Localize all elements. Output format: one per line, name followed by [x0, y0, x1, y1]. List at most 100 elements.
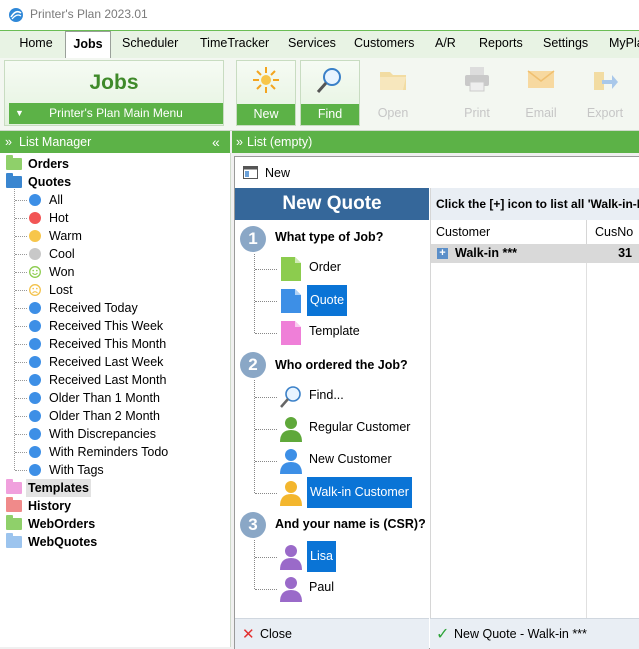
- option-branch-line: [255, 589, 277, 590]
- status-dot-icon: [29, 464, 41, 476]
- option-quote[interactable]: Quote: [279, 285, 424, 316]
- option-order[interactable]: Order: [279, 254, 424, 284]
- option-find[interactable]: Find...: [279, 382, 424, 412]
- status-dot-icon: [29, 410, 41, 422]
- status-dot-icon: [29, 248, 41, 260]
- find-button-label: Find: [301, 104, 359, 125]
- export-icon: [594, 72, 618, 90]
- tab-settings[interactable]: Settings: [543, 31, 588, 57]
- list-manager-title: List Manager: [19, 135, 92, 149]
- option-regular-customer[interactable]: Regular Customer: [279, 414, 424, 444]
- tree-branch: [15, 470, 27, 471]
- tree-item-weborders[interactable]: WebOrders: [0, 515, 230, 533]
- new-button[interactable]: New: [236, 60, 296, 126]
- tree-branch: [15, 254, 27, 255]
- tree-item-hot[interactable]: Hot: [0, 209, 230, 227]
- option-label: Paul: [309, 580, 335, 594]
- column-cusno[interactable]: CusNo: [586, 220, 633, 244]
- tree-item-label: Received Today: [49, 301, 138, 315]
- option-branch-line: [255, 461, 277, 462]
- status-dot-icon: [29, 230, 41, 242]
- dialog-title: New: [265, 166, 291, 180]
- person-green-icon: [279, 416, 303, 442]
- tab-jobs[interactable]: Jobs: [65, 31, 111, 59]
- magnifier-icon: [279, 384, 303, 410]
- tree-item-label: Warm: [49, 229, 82, 243]
- option-lisa[interactable]: Lisa: [279, 541, 424, 572]
- expand-icon[interactable]: »: [5, 131, 12, 153]
- tab-reports[interactable]: Reports: [479, 31, 523, 57]
- tree-item-webquotes[interactable]: WebQuotes: [0, 533, 230, 551]
- tree-item-received-last-week[interactable]: Received Last Week: [0, 353, 230, 371]
- option-template[interactable]: Template: [279, 318, 424, 348]
- tab-timetracker[interactable]: TimeTracker: [200, 31, 269, 57]
- tab-services[interactable]: Services: [288, 31, 336, 57]
- tree-item-older-than-1-month[interactable]: Older Than 1 Month: [0, 389, 230, 407]
- collapse-panel-icon[interactable]: «: [212, 131, 220, 153]
- tree-item-history[interactable]: History: [0, 497, 230, 515]
- tree-item-with-reminders-todo[interactable]: With Reminders Todo: [0, 443, 230, 461]
- close-x-icon: ✕: [242, 626, 255, 643]
- tree-item-all[interactable]: All: [0, 191, 230, 209]
- tree-branch: [15, 398, 27, 399]
- tree-item-label: With Tags: [49, 463, 104, 477]
- tree-item-label: Won: [49, 265, 75, 279]
- tab-scheduler[interactable]: Scheduler: [122, 31, 178, 57]
- tree-item-label: With Reminders Todo: [49, 445, 169, 459]
- tree-item-received-this-month[interactable]: Received This Month: [0, 335, 230, 353]
- tab-home[interactable]: Home: [10, 31, 62, 57]
- tree-item-received-last-month[interactable]: Received Last Month: [0, 371, 230, 389]
- option-label: Find...: [309, 388, 344, 402]
- export-button-label: Export: [586, 106, 624, 120]
- tab-myplan[interactable]: MyPla: [609, 31, 639, 57]
- table-row[interactable]: + Walk-in *** 31: [431, 244, 639, 263]
- column-customer[interactable]: Customer: [436, 225, 490, 239]
- tree-item-warm[interactable]: Warm: [0, 227, 230, 245]
- option-walk-in-customer[interactable]: Walk-in Customer: [279, 477, 424, 508]
- export-button[interactable]: Export: [576, 60, 634, 124]
- step-connector-line: [254, 540, 255, 589]
- tree-item-label: Quotes: [28, 175, 72, 189]
- confirm-new-quote-button[interactable]: ✓ New Quote - Walk-in ***: [430, 618, 639, 649]
- tree-item-received-this-week[interactable]: Received This Week: [0, 317, 230, 335]
- tree-item-received-today[interactable]: Received Today: [0, 299, 230, 317]
- envelope-icon: [527, 70, 555, 88]
- tree-branch: [15, 434, 27, 435]
- tree-item-with-discrepancies[interactable]: With Discrepancies: [0, 425, 230, 443]
- tab-customers[interactable]: Customers: [354, 31, 414, 57]
- tree-item-label: WebOrders: [28, 517, 96, 531]
- open-button[interactable]: Open: [364, 60, 422, 124]
- step-question: And your name is (CSR)?: [275, 517, 426, 531]
- option-paul[interactable]: Paul: [279, 574, 424, 604]
- tree-item-quotes[interactable]: Quotes: [0, 173, 230, 191]
- list-header: » List (empty): [232, 131, 639, 153]
- confirm-label: New Quote - Walk-in ***: [454, 627, 587, 641]
- option-branch-line: [255, 429, 277, 430]
- main-menu-button[interactable]: ▼ Printer's Plan Main Menu: [9, 103, 223, 124]
- person-purple-icon: [279, 576, 303, 602]
- close-button[interactable]: ✕ Close: [235, 618, 429, 649]
- order-doc-icon: [279, 256, 303, 282]
- option-new-customer[interactable]: New Customer: [279, 446, 424, 476]
- email-button[interactable]: Email: [512, 60, 570, 124]
- expand-list-icon[interactable]: »: [236, 131, 243, 153]
- tree-item-older-than-2-month[interactable]: Older Than 2 Month: [0, 407, 230, 425]
- tree-branch: [15, 380, 27, 381]
- find-button[interactable]: Find: [300, 60, 360, 126]
- tab-ar[interactable]: A/R: [435, 31, 456, 57]
- tree-item-lost[interactable]: Lost: [0, 281, 230, 299]
- new-button-label: New: [237, 104, 295, 125]
- option-branch-line: [255, 493, 277, 494]
- expand-plus-icon[interactable]: +: [437, 248, 448, 259]
- list-manager-tree: Orders Quotes All Hot Warm Cool Won Lost Recei…: [0, 153, 231, 647]
- tree-item-orders[interactable]: Orders: [0, 155, 230, 173]
- tree-item-won[interactable]: Won: [0, 263, 230, 281]
- tree-item-templates[interactable]: Templates: [0, 479, 230, 497]
- tree-branch: [15, 200, 27, 201]
- frowny-icon: [29, 284, 41, 296]
- tree-item-label: Lost: [49, 283, 73, 297]
- print-button[interactable]: Print: [448, 60, 506, 124]
- customer-grid-panel: Click the [+] icon to list all 'Walk-in-…: [430, 188, 639, 618]
- tree-item-cool[interactable]: Cool: [0, 245, 230, 263]
- tree-item-with-tags[interactable]: With Tags: [0, 461, 230, 479]
